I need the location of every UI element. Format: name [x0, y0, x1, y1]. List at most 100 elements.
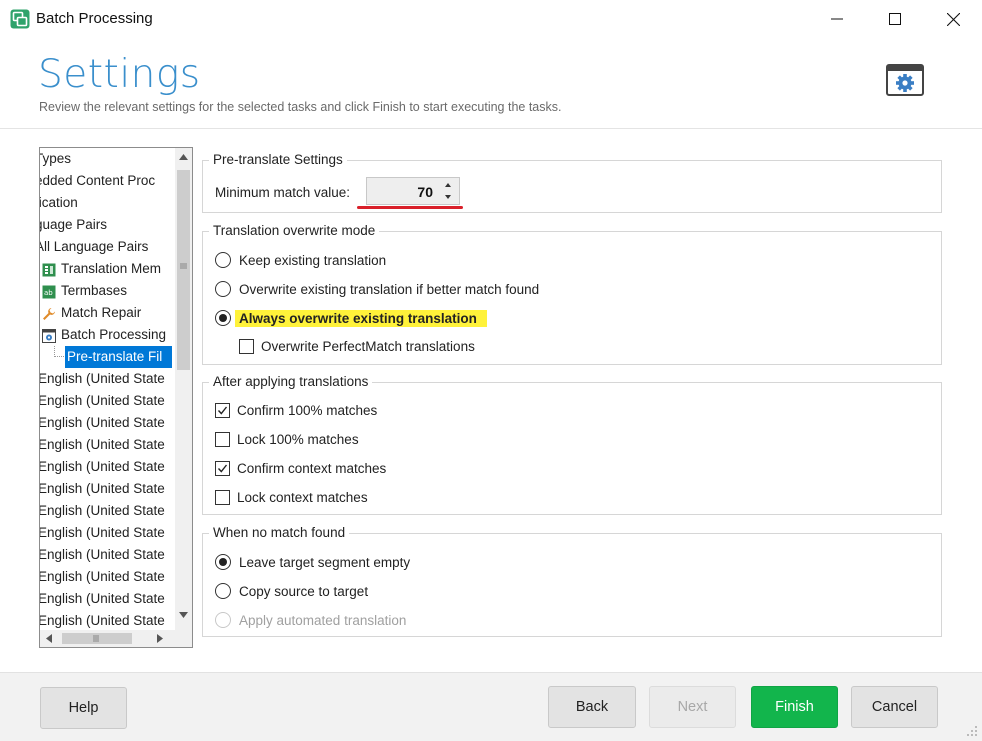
batch-processing-icon: [42, 328, 56, 343]
radio-button[interactable]: [215, 554, 231, 570]
confirm-100-checkbox[interactable]: Confirm 100% matches: [215, 400, 377, 420]
tree-item-label: fication: [40, 195, 78, 210]
overwrite-mode-group: Translation overwrite mode Keep existing…: [202, 223, 942, 365]
scroll-left-icon[interactable]: [46, 634, 52, 643]
nomatch-option-copy-source[interactable]: Copy source to target: [215, 581, 368, 601]
option-label: Overwrite PerfectMatch translations: [261, 338, 475, 354]
header-divider: [0, 128, 982, 129]
tree-item-label: English (United State: [40, 481, 165, 496]
option-label: Keep existing translation: [239, 252, 387, 268]
back-button[interactable]: Back: [548, 686, 636, 728]
spin-arrows-icon[interactable]: [443, 181, 453, 201]
tree-item-label: English (United State: [40, 503, 165, 518]
option-label: Confirm 100% matches: [237, 402, 378, 418]
checkbox[interactable]: [239, 338, 254, 354]
tree-item-label: English (United State: [40, 415, 165, 430]
group-title: After applying translations: [209, 374, 373, 389]
settings-tree[interactable]: Types edded Content Proc fication guage Pai…: [39, 147, 193, 648]
pretranslate-settings-group: Pre-translate Settings Minimum match val…: [202, 152, 942, 213]
overwrite-option-keep[interactable]: Keep existing translation: [215, 250, 386, 270]
overwrite-perfectmatch-checkbox[interactable]: Overwrite PerfectMatch translations: [239, 336, 475, 356]
no-match-group: When no match found Leave target segment…: [202, 525, 942, 637]
close-icon: [946, 12, 960, 26]
tree-item-label: English (United State: [40, 569, 165, 584]
checkbox[interactable]: [215, 460, 230, 476]
group-title: Translation overwrite mode: [209, 223, 380, 238]
option-label: Copy source to target: [239, 583, 369, 599]
nomatch-option-leave-empty[interactable]: Leave target segment empty: [215, 552, 410, 572]
resize-grip-icon[interactable]: [966, 725, 978, 737]
tree-item-label: Batch Processing: [61, 327, 167, 342]
scroll-up-icon[interactable]: [179, 154, 188, 160]
red-underline-annotation: [357, 206, 463, 209]
min-match-spinbox[interactable]: 70: [366, 177, 460, 205]
group-title: When no match found: [209, 525, 350, 540]
lock-context-checkbox[interactable]: Lock context matches: [215, 487, 368, 507]
close-button[interactable]: [924, 0, 982, 38]
grip-icon: [180, 263, 187, 269]
confirm-context-checkbox[interactable]: Confirm context matches: [215, 458, 386, 478]
tree-item-label: Match Repair: [61, 305, 142, 320]
after-applying-group: After applying translations Confirm 100%…: [202, 374, 942, 515]
tree-item-label: edded Content Proc: [40, 173, 156, 188]
radio-button[interactable]: [215, 583, 231, 599]
tree-item-label: English (United State: [40, 393, 165, 408]
minimize-icon: [831, 18, 843, 20]
radio-button[interactable]: [215, 252, 231, 268]
radio-button[interactable]: [215, 310, 231, 326]
scroll-right-icon[interactable]: [157, 634, 163, 643]
overwrite-option-better[interactable]: Overwrite existing translation if better…: [215, 279, 539, 299]
tree-connector: [54, 346, 64, 357]
option-label: Always overwrite existing translation: [235, 309, 487, 327]
tree-item-label: English (United State: [40, 547, 165, 562]
tree-item-label: English (United State: [40, 437, 165, 452]
tree-item-label: English (United State: [40, 591, 165, 606]
group-title: Pre-translate Settings: [209, 152, 347, 167]
tree-horizontal-scroll-thumb[interactable]: [62, 633, 132, 644]
wrench-icon: [42, 306, 56, 320]
checkmark-icon: [217, 464, 228, 473]
tree-item-label: guage Pairs: [40, 217, 108, 232]
translation-memory-icon: [42, 262, 56, 277]
help-button[interactable]: Help: [40, 687, 127, 729]
tree-vertical-scroll-thumb[interactable]: [177, 170, 190, 370]
scrollbar-corner: [175, 630, 192, 647]
tree-item-label: Termbases: [61, 283, 128, 298]
window-title: Batch Processing: [36, 10, 153, 27]
grip-icon: [93, 635, 99, 642]
tree-item-label: Types: [40, 151, 72, 166]
min-match-label: Minimum match value:: [215, 184, 351, 200]
tree-horizontal-scrollbar[interactable]: [40, 630, 192, 647]
settings-window-icon: [886, 64, 924, 96]
checkbox[interactable]: [215, 431, 230, 447]
option-label: Leave target segment empty: [239, 554, 411, 570]
cancel-button[interactable]: Cancel: [851, 686, 938, 728]
min-match-value[interactable]: 70: [417, 184, 433, 200]
tree-item-label: English (United State: [40, 371, 165, 386]
maximize-button[interactable]: [866, 0, 924, 38]
svg-text:ab: ab: [44, 289, 53, 297]
tree-item-label: Translation Mem: [61, 261, 162, 276]
option-label: Lock context matches: [237, 489, 368, 505]
tree-items: Types edded Content Proc fication guage Pai…: [40, 148, 175, 630]
finish-button[interactable]: Finish: [751, 686, 838, 728]
nomatch-option-automated: Apply automated translation: [215, 610, 406, 630]
option-label: Apply automated translation: [239, 612, 407, 628]
radio-button[interactable]: [215, 281, 231, 297]
minimize-button[interactable]: [808, 0, 866, 38]
tree-item-label: Pre-translate Fil: [67, 349, 163, 364]
tree-item-label: All Language Pairs: [40, 239, 149, 254]
scroll-down-icon[interactable]: [179, 612, 188, 618]
page-subtitle: Review the relevant settings for the sel…: [39, 100, 562, 114]
checkbox[interactable]: [215, 402, 230, 418]
app-icon: [10, 9, 30, 29]
checkbox[interactable]: [215, 489, 230, 505]
termbase-icon: ab: [42, 284, 56, 299]
tree-item-label: English (United State: [40, 613, 165, 628]
radio-button: [215, 612, 231, 628]
tree-vertical-scrollbar[interactable]: [175, 148, 192, 630]
footer: Help Back Next Finish Cancel: [0, 672, 982, 741]
lock-100-checkbox[interactable]: Lock 100% matches: [215, 429, 359, 449]
overwrite-option-always[interactable]: Always overwrite existing translation: [215, 308, 487, 328]
page-title: Settings: [38, 52, 201, 97]
